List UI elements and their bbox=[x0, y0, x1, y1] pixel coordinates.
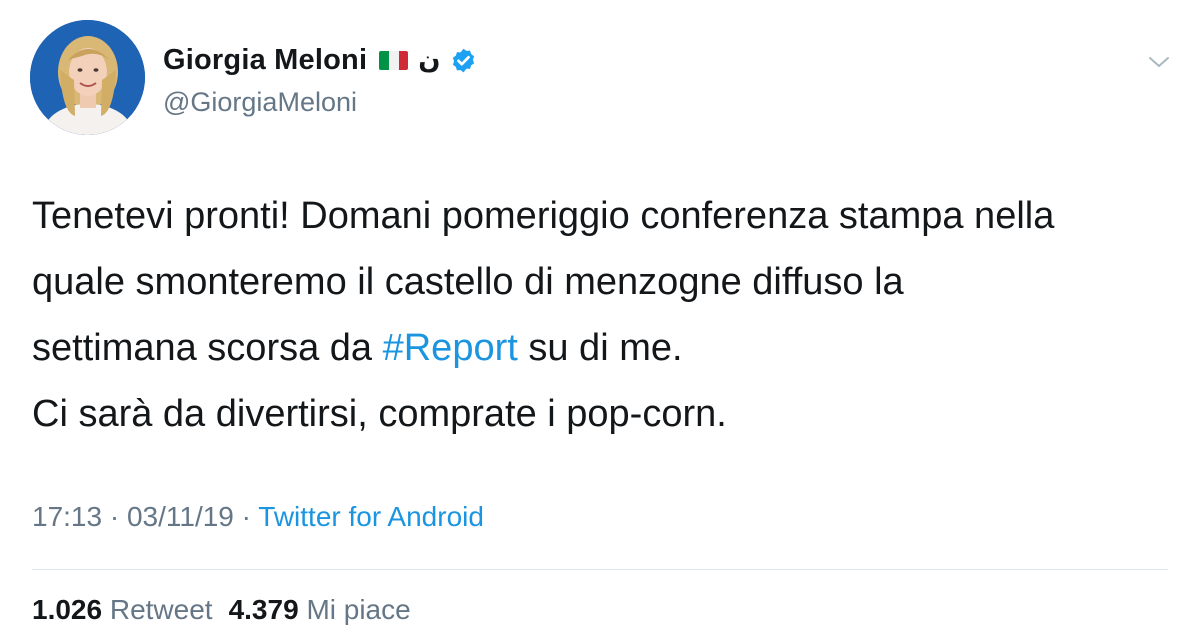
divider bbox=[32, 569, 1168, 570]
avatar[interactable] bbox=[30, 20, 145, 135]
chevron-down-icon[interactable] bbox=[1146, 52, 1172, 72]
tweet-metadata: 17:13 · 03/11/19 · Twitter for Android bbox=[32, 501, 484, 533]
meta-separator: · bbox=[233, 501, 259, 532]
hashtag-link[interactable]: #Report bbox=[383, 327, 518, 369]
author-handle[interactable]: @GiorgiaMeloni bbox=[163, 87, 357, 118]
flag-white-stripe bbox=[388, 50, 399, 70]
tweet-stats: 1.026 Retweet 4.379 Mi piace bbox=[32, 594, 411, 626]
avatar-photo bbox=[30, 20, 145, 135]
tweet-text-line: Ci sarà da divertirsi, comprate i pop-co… bbox=[32, 393, 727, 435]
tweet-time[interactable]: 17:13 bbox=[32, 501, 102, 532]
likes-count: 4.379 bbox=[228, 594, 299, 625]
arabic-nun-character: ن bbox=[418, 45, 441, 75]
tweet-text-line: settimana scorsa da #Report su di me. bbox=[32, 315, 1172, 381]
retweets-count: 1.026 bbox=[32, 594, 103, 625]
flag-green-stripe bbox=[379, 50, 389, 70]
tweet-text-line: Tenetevi pronti! Domani pomeriggio confe… bbox=[32, 195, 1055, 237]
tweet-text-line: quale smonteremo il castello di menzogne… bbox=[32, 261, 904, 303]
tweet-text-segment: settimana scorsa da bbox=[32, 327, 383, 369]
likes-stat[interactable]: 4.379 Mi piace bbox=[229, 594, 411, 625]
tweet-source-link[interactable]: Twitter for Android bbox=[258, 501, 484, 532]
retweets-label: Retweet bbox=[109, 594, 213, 625]
meta-separator: · bbox=[102, 501, 127, 532]
tweet-date[interactable]: 03/11/19 bbox=[127, 501, 234, 532]
flag-red-stripe bbox=[398, 50, 409, 70]
tweet-card: Giorgia Meloni ن @GiorgiaMeloni Tenetevi… bbox=[0, 0, 1200, 637]
author-name-row: Giorgia Meloni ن bbox=[163, 40, 477, 80]
author-display-name[interactable]: Giorgia Meloni bbox=[163, 44, 367, 77]
likes-label: Mi piace bbox=[306, 594, 411, 625]
tweet-text: Tenetevi pronti! Domani pomeriggio confe… bbox=[32, 183, 1172, 447]
italy-flag-icon bbox=[379, 50, 409, 70]
tweet-text-segment: su di me. bbox=[517, 327, 683, 369]
retweets-stat[interactable]: 1.026 Retweet bbox=[32, 594, 213, 625]
verified-badge-icon bbox=[450, 47, 477, 74]
